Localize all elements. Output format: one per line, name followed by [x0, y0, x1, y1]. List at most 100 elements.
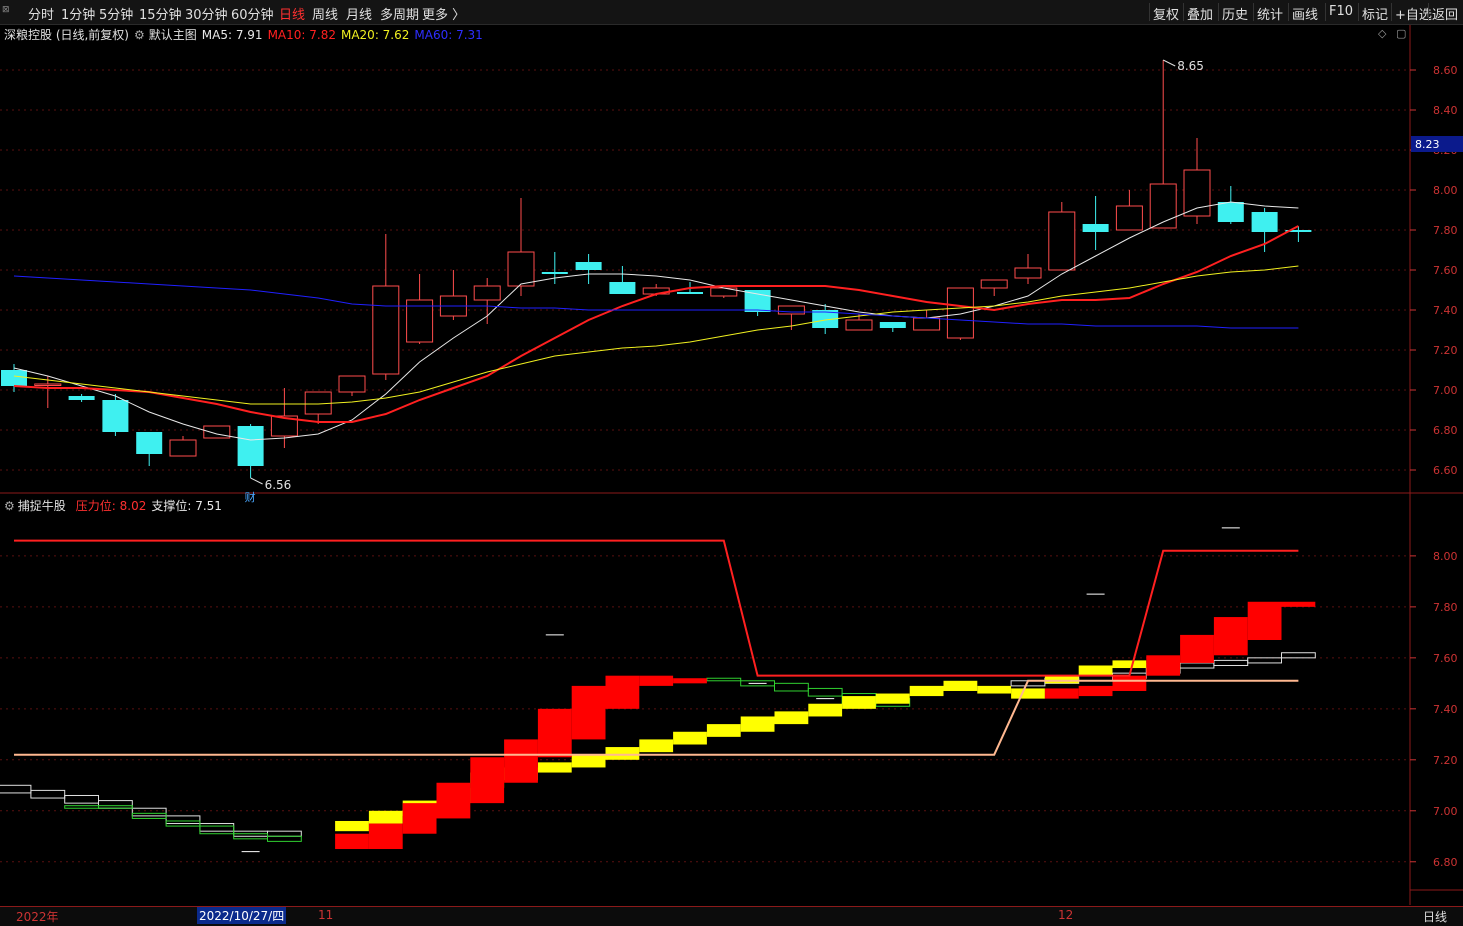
toolbar-button-6[interactable]: 标记 [1362, 4, 1388, 23]
candle-body [1082, 224, 1109, 232]
main-y-tick-label: 7.80 [1433, 224, 1458, 237]
toolbar-separator [1288, 3, 1289, 21]
toolbar-button-0[interactable]: 复权 [1153, 4, 1179, 23]
sub-y-tick-label: 8.00 [1433, 550, 1458, 563]
toolbar-button-1[interactable]: 叠加 [1187, 4, 1213, 23]
pressure-line [14, 539, 1299, 677]
yellow-band-step [1011, 688, 1045, 699]
yellow-band-step [977, 685, 1012, 694]
candle-body [980, 279, 1008, 289]
tab-3[interactable]: 15分钟 [139, 4, 182, 23]
candle-body [102, 400, 129, 432]
white-band-step [267, 830, 302, 837]
candle-body [136, 432, 163, 454]
red-band-step [1180, 634, 1214, 663]
tab-10[interactable]: 更多 〉 [422, 4, 465, 23]
green-band-step [267, 835, 302, 842]
chart-canvas[interactable]: 6.606.807.007.207.407.607.808.008.208.40… [0, 25, 1463, 905]
red-band-step [504, 739, 538, 783]
toolbar-button-5[interactable]: F10 [1329, 4, 1353, 19]
tab-6[interactable]: 日线 [279, 4, 305, 23]
toolbar-separator [1358, 3, 1359, 21]
tab-2[interactable]: 5分钟 [99, 4, 133, 23]
candle-body [677, 292, 703, 294]
ma5-line [13, 201, 1299, 441]
date-month-12: 12 [1058, 908, 1074, 922]
white-band-step [1247, 657, 1282, 664]
yellow-band-step [1112, 660, 1147, 669]
candle-body [541, 272, 568, 274]
white-band-step [0, 784, 32, 794]
date-period-label: 日线 [1422, 910, 1447, 924]
red-band-step [335, 833, 369, 850]
sub-y-tick-label: 7.80 [1433, 601, 1458, 614]
green-band-step [774, 682, 809, 692]
yellow-band-step [368, 810, 403, 824]
toolbar-button-7[interactable]: +自选 [1395, 4, 1432, 23]
main-y-tick-label: 8.00 [1433, 184, 1458, 197]
candle-body [1217, 202, 1244, 222]
white-band-step [1179, 662, 1215, 669]
yellow-band-step [673, 731, 707, 745]
green-band-step [98, 805, 133, 809]
main-y-tick-label: 7.40 [1433, 304, 1458, 317]
candle-body [372, 285, 400, 375]
yellow-band-step [943, 680, 978, 691]
yellow-band-step [639, 739, 674, 753]
last-price-label: 8.23 [1415, 138, 1440, 151]
candle-body [575, 262, 602, 270]
yellow-band-step [605, 747, 640, 760]
green-band-step [807, 687, 843, 697]
yellow-band-step [808, 703, 843, 717]
toolbar-button-4[interactable]: 画线 [1292, 4, 1318, 23]
red-band-step [436, 782, 471, 819]
red-band-step [470, 757, 505, 804]
candle-body [68, 396, 95, 400]
red-band-step [402, 803, 437, 834]
tab-5[interactable]: 60分钟 [231, 4, 274, 23]
low-marker-line [250, 477, 263, 485]
tab-1[interactable]: 1分钟 [61, 4, 95, 23]
toolbar-separator [1253, 3, 1254, 21]
red-band-step [571, 685, 606, 740]
candle-body [1, 370, 27, 386]
main-y-axis: 6.606.807.007.207.407.607.808.008.208.40… [1410, 64, 1458, 477]
tab-7[interactable]: 周线 [312, 4, 338, 23]
chart-frame [0, 25, 1463, 905]
sub-y-tick-label: 7.20 [1433, 754, 1458, 767]
green-band-step [706, 677, 742, 682]
red-band-step [1112, 675, 1147, 691]
sub-y-axis: 6.80 7.00 7.20 7.40 7.60 7.80 8.00 [1410, 550, 1458, 869]
main-candles [1, 60, 1312, 478]
red-band-step [368, 823, 403, 850]
yellow-band-step [1044, 675, 1079, 684]
toolbar-button-8[interactable]: 返回 [1432, 4, 1458, 23]
toolbar-button-3[interactable]: 统计 [1257, 4, 1283, 23]
main-y-tick-label: 7.00 [1433, 384, 1458, 397]
toolbar-button-2[interactable]: 历史 [1222, 4, 1248, 23]
tab-9[interactable]: 多周期 [380, 4, 419, 23]
sub-y-tick-label: 7.60 [1433, 652, 1458, 665]
ma10-line [13, 225, 1299, 423]
tab-8[interactable]: 月线 [346, 4, 372, 23]
red-band-step [1146, 655, 1181, 676]
corner-settings-icon[interactable]: ⊠ [2, 5, 10, 15]
finance-badge[interactable]: 财 [245, 490, 256, 504]
yellow-band-step [1078, 665, 1113, 676]
white-band-step [1281, 652, 1316, 659]
date-axis: 2022年 2022/10/27/四 11 12 日线 [0, 906, 1463, 926]
candle-body [777, 305, 805, 315]
red-band-step [1213, 617, 1248, 656]
toolbar-separator [1428, 3, 1429, 21]
red-band-step [537, 708, 572, 758]
candle-body [845, 319, 873, 331]
yellow-band-step [842, 696, 876, 709]
red-band-step [1078, 685, 1113, 697]
tab-4[interactable]: 30分钟 [185, 4, 228, 23]
main-y-tick-label: 7.20 [1433, 344, 1458, 357]
ma60-line [13, 275, 1299, 329]
candle-body [507, 251, 535, 287]
date-month-11: 11 [318, 908, 334, 922]
tab-0[interactable]: 分时 [28, 4, 54, 23]
main-y-tick-label: 8.60 [1433, 64, 1458, 77]
